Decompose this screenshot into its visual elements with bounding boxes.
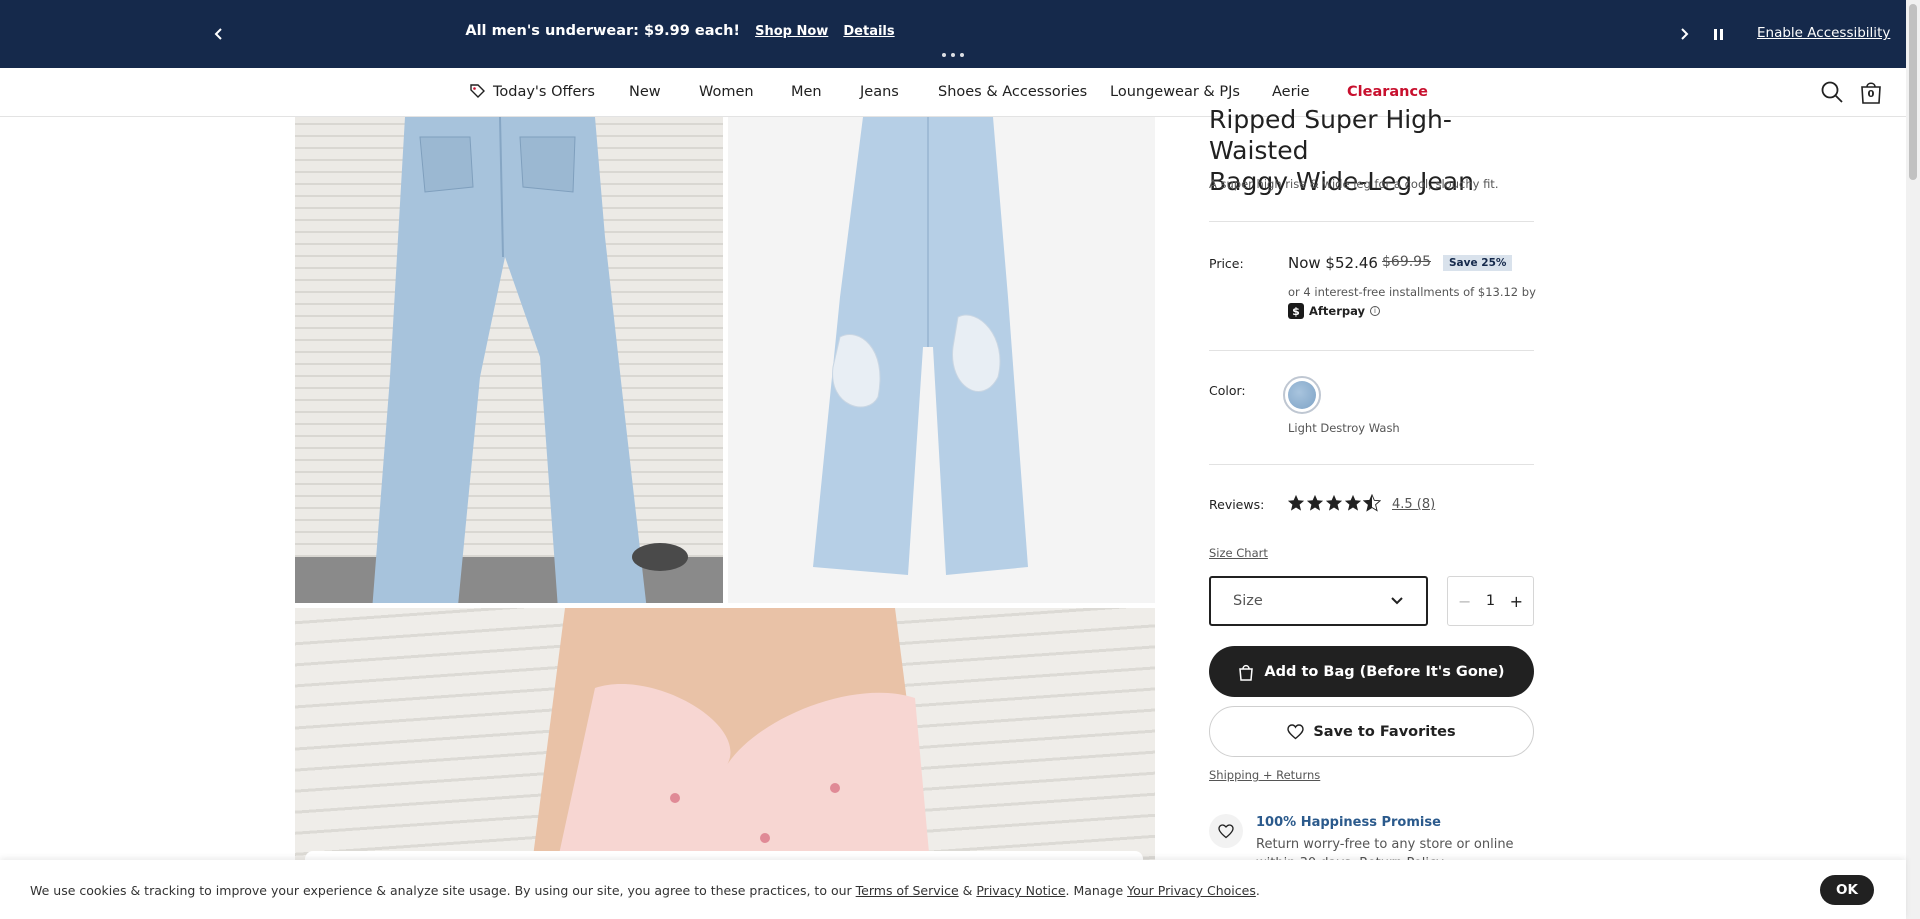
- nav-item-women[interactable]: Women: [699, 84, 754, 100]
- sale-price: Now $52.46: [1288, 254, 1378, 272]
- half-star-icon: [1363, 494, 1381, 512]
- color-name: Light Destroy Wash: [1288, 421, 1400, 435]
- quantity-stepper: − 1 +: [1447, 576, 1534, 626]
- afterpay-label: Afterpay: [1309, 304, 1366, 318]
- size-select-placeholder: Size: [1233, 593, 1263, 609]
- star-icon: [1287, 494, 1305, 511]
- nav-item-men[interactable]: Men: [791, 84, 822, 100]
- enable-accessibility-link[interactable]: Enable Accessibility: [1757, 25, 1890, 41]
- scrollbar-thumb[interactable]: [1909, 4, 1917, 180]
- divider: [1209, 464, 1534, 465]
- divider: [1209, 350, 1534, 351]
- price-label: Price:: [1209, 256, 1244, 271]
- promo-details-link[interactable]: Details: [843, 24, 894, 39]
- promo-message: All men's underwear: $9.99 each!: [465, 23, 741, 39]
- nav-item-aerie[interactable]: Aerie: [1272, 84, 1310, 100]
- product-image-back-view[interactable]: [295, 117, 723, 603]
- promo-banner: All men's underwear: $9.99 each! Shop No…: [0, 0, 1920, 68]
- page-scrollbar[interactable]: [1906, 0, 1920, 919]
- star-icon: [1344, 494, 1362, 511]
- nav-item-todays-offers[interactable]: Today's Offers: [493, 84, 595, 100]
- nav-item-clearance[interactable]: Clearance: [1347, 84, 1428, 100]
- decrease-quantity-button[interactable]: −: [1458, 592, 1471, 611]
- nav-item-shoes-accessories[interactable]: Shoes & Accessories: [938, 84, 1087, 100]
- chevron-right-icon: [1681, 28, 1689, 40]
- search-icon[interactable]: [1820, 80, 1844, 104]
- color-label: Color:: [1209, 383, 1246, 398]
- main-navigation: Today's Offers New Women Men Jeans Shoes…: [0, 68, 1906, 117]
- cookie-banner-text: We use cookies & tracking to improve you…: [30, 883, 1260, 898]
- save-badge: Save 25%: [1443, 255, 1513, 271]
- info-icon[interactable]: i: [1370, 306, 1381, 316]
- star-rating: [1287, 494, 1381, 512]
- heart-check-icon: [1209, 814, 1243, 848]
- quantity-value[interactable]: 1: [1486, 593, 1495, 609]
- add-to-bag-button[interactable]: Add to Bag (Before It's Gone): [1209, 646, 1534, 697]
- jeans-flat-illustration: [813, 117, 1028, 575]
- afterpay-row[interactable]: $ Afterpay i: [1288, 303, 1381, 319]
- bag-count: 0: [1867, 89, 1875, 100]
- chevron-down-icon: [1391, 597, 1403, 605]
- happiness-promise-title[interactable]: 100% Happiness Promise: [1256, 815, 1441, 830]
- promo-next-button[interactable]: [1672, 22, 1696, 46]
- reviews-link[interactable]: 4.5 (8): [1392, 497, 1435, 512]
- save-to-favorites-button[interactable]: Save to Favorites: [1209, 706, 1534, 757]
- carousel-dot[interactable]: [960, 53, 964, 57]
- star-icon: [1306, 494, 1324, 511]
- pause-icon[interactable]: [1708, 24, 1728, 44]
- divider: [1209, 221, 1534, 222]
- bag-icon: [1239, 664, 1254, 681]
- cookie-banner: We use cookies & tracking to improve you…: [0, 860, 1906, 919]
- color-swatch-light-destroy-wash[interactable]: [1283, 376, 1321, 414]
- shipping-returns-link[interactable]: Shipping + Returns: [1209, 768, 1320, 782]
- size-select[interactable]: Size: [1209, 576, 1428, 626]
- cookie-ok-button[interactable]: OK: [1820, 875, 1874, 905]
- privacy-notice-link[interactable]: Privacy Notice: [976, 883, 1065, 898]
- product-subtitle: A super high rise & wide leg for a cool,…: [1209, 177, 1499, 191]
- carousel-dot[interactable]: [942, 53, 946, 57]
- size-chart-link[interactable]: Size Chart: [1209, 546, 1268, 560]
- carousel-dot[interactable]: [951, 53, 955, 57]
- increase-quantity-button[interactable]: +: [1510, 592, 1523, 611]
- nav-item-loungewear-pjs[interactable]: Loungewear & PJs: [1110, 84, 1240, 100]
- nav-item-jeans[interactable]: Jeans: [860, 84, 899, 100]
- promo-message-row: All men's underwear: $9.99 each! Shop No…: [0, 23, 1360, 39]
- terms-of-service-link[interactable]: Terms of Service: [856, 883, 959, 898]
- heart-icon: [1287, 723, 1305, 739]
- promo-shop-now-link[interactable]: Shop Now: [755, 24, 828, 39]
- installments-text: or 4 interest-free installments of $13.1…: [1288, 285, 1536, 299]
- privacy-choices-link[interactable]: Your Privacy Choices: [1127, 883, 1256, 898]
- product-image-flat-lay[interactable]: [728, 117, 1155, 603]
- price-tag-icon: [468, 82, 486, 100]
- afterpay-logo-icon: $: [1288, 303, 1304, 319]
- promo-carousel-dots: [942, 53, 964, 57]
- save-to-favorites-label: Save to Favorites: [1313, 723, 1456, 740]
- nav-item-new[interactable]: New: [629, 84, 661, 100]
- jeans-back-illustration: [295, 117, 723, 603]
- original-price: $69.95: [1382, 254, 1431, 270]
- star-icon: [1325, 494, 1343, 511]
- reviews-label: Reviews:: [1209, 497, 1265, 512]
- add-to-bag-label: Add to Bag (Before It's Gone): [1264, 663, 1505, 680]
- shopping-bag-icon[interactable]: 0: [1859, 79, 1883, 105]
